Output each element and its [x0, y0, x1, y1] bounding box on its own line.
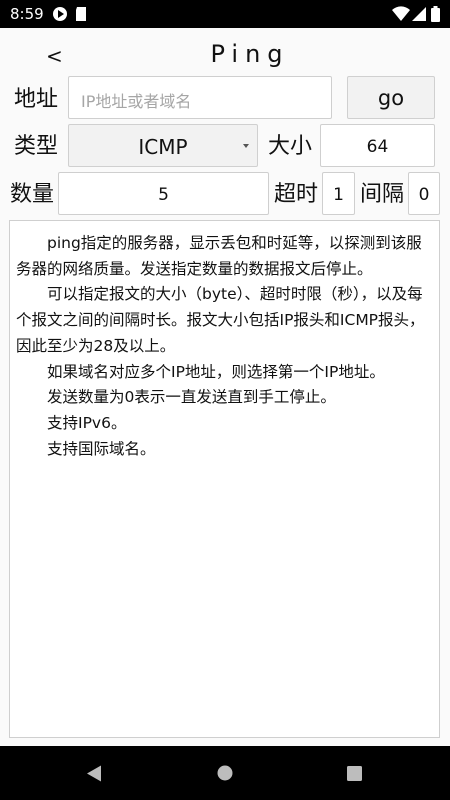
interval-input[interactable]: 0 — [408, 172, 440, 215]
size-label: 大小 — [268, 134, 313, 159]
back-button[interactable]: < — [46, 42, 74, 70]
navigation-bar — [0, 746, 450, 800]
timeout-value: 1 — [333, 185, 344, 205]
sd-card-icon — [74, 6, 88, 26]
home-circle-icon[interactable] — [217, 765, 233, 785]
timeout-input[interactable]: 1 — [322, 172, 355, 215]
timeout-label: 超时 — [274, 182, 319, 207]
interval-label: 间隔 — [360, 182, 405, 207]
type-select-value: ICMP — [138, 135, 188, 159]
wifi-icon — [392, 6, 410, 26]
description-paragraph: 可以指定报文的大小（byte）、超时时限（秒），以及每个报文之间的间隔时长。报文… — [16, 285, 425, 355]
dropdown-caret-icon — [243, 144, 249, 148]
description-paragraph: 支持国际域名。 — [47, 439, 156, 458]
count-input[interactable]: 5 — [58, 172, 269, 215]
go-button[interactable]: go — [347, 76, 435, 119]
ping-screen: < Ping 地址 IP地址或者域名 go 类型 ICMP 大小 64 数量 5… — [0, 28, 450, 746]
media-icon — [52, 6, 68, 26]
count-value: 5 — [158, 185, 169, 205]
type-label: 类型 — [14, 134, 59, 159]
page-title: Ping — [210, 40, 290, 68]
battery-icon — [431, 6, 440, 26]
size-value: 64 — [366, 137, 389, 157]
status-time: 8:59 — [10, 5, 44, 23]
address-placeholder: IP地址或者域名 — [81, 92, 192, 111]
recents-square-icon[interactable] — [347, 766, 362, 785]
address-label: 地址 — [14, 87, 59, 112]
size-input[interactable]: 64 — [320, 124, 435, 167]
description-paragraph: 如果域名对应多个IP地址，则选择第一个IP地址。 — [47, 362, 385, 381]
count-label: 数量 — [10, 182, 55, 207]
description-paragraph: 发送数量为0表示一直发送直到手工停止。 — [47, 388, 336, 407]
interval-value: 0 — [418, 185, 430, 205]
description-panel: ping指定的服务器，显示丢包和时延等，以探测到该服务器的网络质量。发送指定数量… — [9, 220, 440, 738]
description-paragraph: 支持IPv6。 — [47, 413, 127, 432]
status-bar: 8:59 — [0, 0, 450, 28]
signal-icon — [412, 6, 426, 26]
type-select[interactable]: ICMP — [68, 124, 258, 167]
description-paragraph: ping指定的服务器，显示丢包和时延等，以探测到该服务器的网络质量。发送指定数量… — [16, 234, 422, 278]
address-input[interactable]: IP地址或者域名 — [68, 76, 332, 119]
back-triangle-icon[interactable] — [86, 765, 102, 786]
